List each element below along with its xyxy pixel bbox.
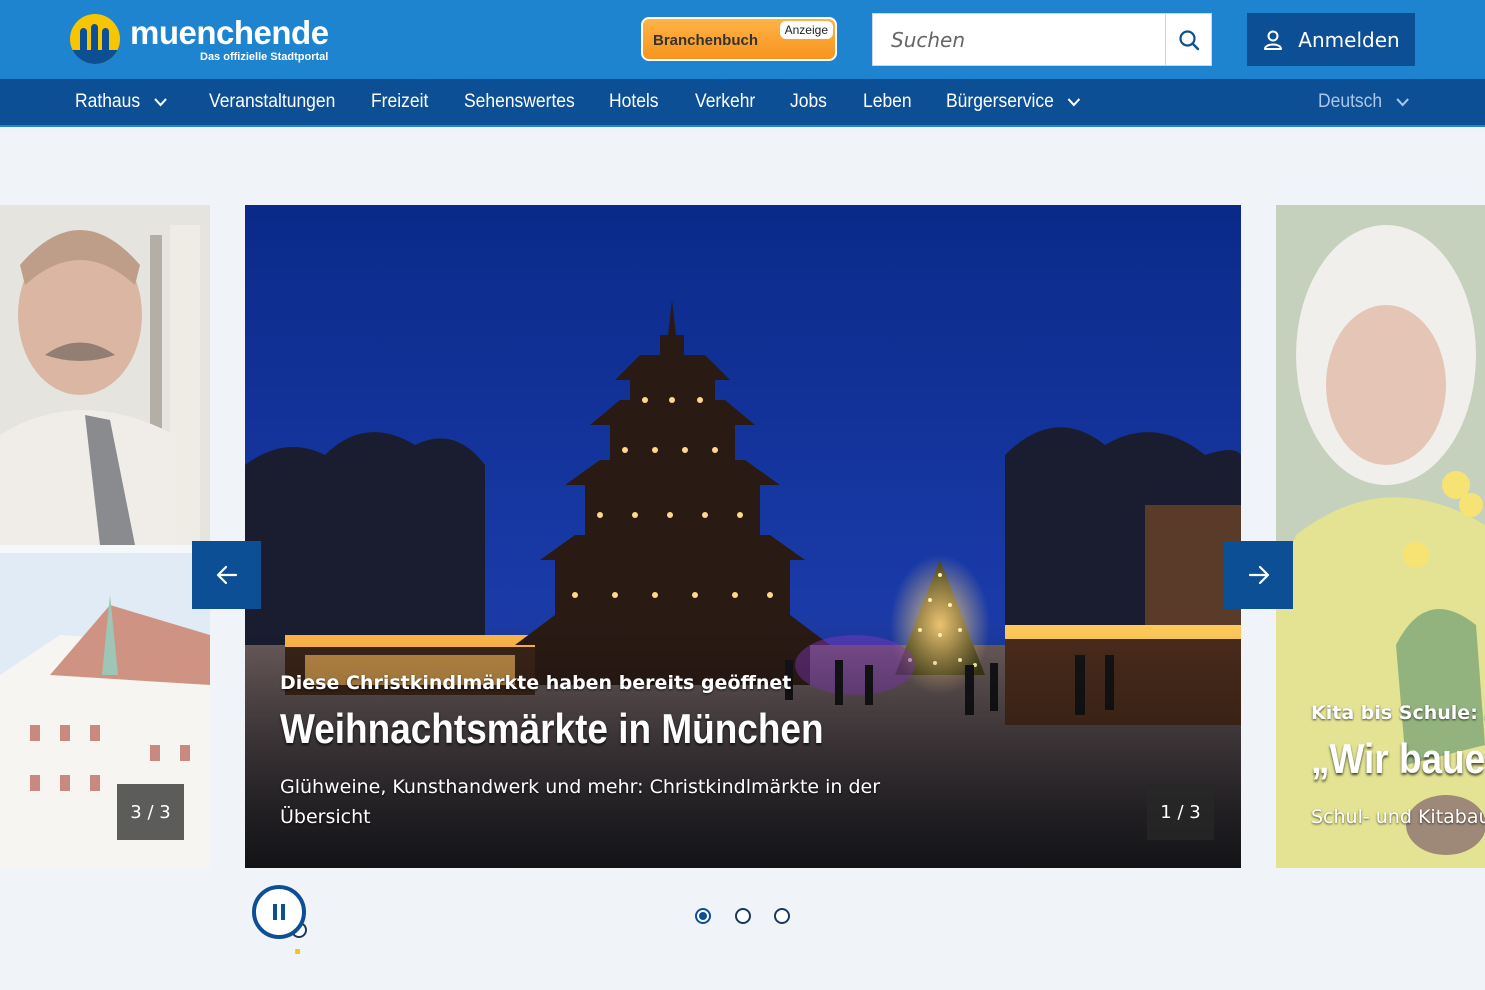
search-button[interactable]: [1165, 14, 1211, 65]
arrow-left-icon: [216, 565, 237, 585]
branchenbuch-button[interactable]: Branchenbuch Anzeige: [641, 17, 837, 61]
nav-item-label: Hotels: [609, 91, 659, 112]
nav-item-label: Verkehr: [695, 91, 756, 112]
user-icon: [1264, 30, 1283, 50]
search-icon: [1178, 29, 1199, 50]
pause-icon: [273, 904, 285, 920]
nav-item-hotels[interactable]: Hotels: [609, 91, 659, 113]
carousel-pause-button[interactable]: [252, 885, 306, 939]
next-slide-kicker: Kita bis Schule: Al: [1311, 702, 1485, 724]
nav-item-label: Freizeit: [371, 91, 429, 112]
nav-item-verkehr[interactable]: Verkehr: [695, 91, 755, 113]
carousel-previous-slide[interactable]: 3 / 3: [0, 205, 210, 868]
nav-item-freizeit[interactable]: Freizeit: [371, 91, 428, 113]
carousel-dot-3[interactable]: [774, 908, 790, 924]
logo-tagline: Das offizielle Stadtportal: [200, 51, 329, 63]
carousel-dot-2[interactable]: [735, 908, 751, 924]
next-slide-title: „Wir bauer: [1311, 735, 1485, 782]
chevron-down-icon: [1396, 98, 1409, 107]
nav-item-label: Rathaus: [75, 91, 141, 112]
chevron-down-icon: [154, 98, 167, 107]
logo-icon: [70, 14, 120, 64]
nav-item-label: Veranstaltungen: [209, 91, 336, 112]
language-label: Deutsch: [1318, 91, 1383, 112]
nav-item-label: Bürgerservice: [946, 91, 1054, 112]
site-logo[interactable]: muenchen. de Das offizielle Stadtportal: [70, 14, 350, 961]
arrow-right-icon: [1248, 565, 1269, 585]
search-input[interactable]: [873, 14, 1165, 65]
main-nav: Rathaus Veranstaltungen Freizeit Sehensw…: [0, 79, 1485, 127]
nav-item-label: Leben: [863, 91, 912, 112]
search-box: [872, 13, 1212, 66]
slide-title[interactable]: Weihnachtsmärkte in München: [280, 705, 824, 753]
top-header: muenchen. de Das offizielle Stadtportal B…: [0, 0, 1485, 961]
chevron-down-icon: [1067, 98, 1081, 107]
nav-item-label: Sehenswertes: [464, 91, 575, 112]
slide-description: Glühweine, Kunsthandwerk und mehr: Chris…: [280, 776, 881, 828]
nav-item-rathaus[interactable]: Rathaus: [75, 91, 168, 113]
nav-item-leben[interactable]: Leben: [863, 91, 912, 113]
ad-badge: Anzeige: [779, 21, 833, 39]
slide-kicker: Diese Christkindlmärkte haben bereits ge…: [280, 672, 792, 694]
carousel-next-slide[interactable]: Kita bis Schule: Al „Wir bauer Schul- un…: [1276, 205, 1485, 868]
nav-item-label: Jobs: [790, 91, 827, 112]
carousel-active-slide[interactable]: Diese Christkindlmärkte haben bereits ge…: [245, 205, 1241, 868]
carousel-dot-1[interactable]: [695, 908, 711, 924]
logo-wordmark: muenchen. de: [130, 14, 329, 961]
nav-item-buergerservice[interactable]: Bürgerservice: [946, 91, 1081, 113]
carousel-next-button[interactable]: [1224, 541, 1293, 609]
language-selector[interactable]: Deutsch: [1318, 91, 1410, 113]
nav-item-veranstaltungen[interactable]: Veranstaltungen: [209, 91, 335, 113]
login-button[interactable]: Anmelden: [1247, 13, 1415, 66]
login-label: Anmelden: [1298, 27, 1400, 52]
nav-item-sehenswertes[interactable]: Sehenswertes: [464, 91, 575, 113]
carousel-prev-button[interactable]: [192, 541, 261, 609]
next-slide-description: Schul- und Kitabau: [1311, 806, 1485, 828]
slide-counter: 1 / 3: [1147, 784, 1214, 840]
branchenbuch-label: Branchenbuch: [653, 32, 759, 49]
nav-item-jobs[interactable]: Jobs: [790, 91, 827, 113]
slide-counter: 3 / 3: [117, 784, 184, 840]
